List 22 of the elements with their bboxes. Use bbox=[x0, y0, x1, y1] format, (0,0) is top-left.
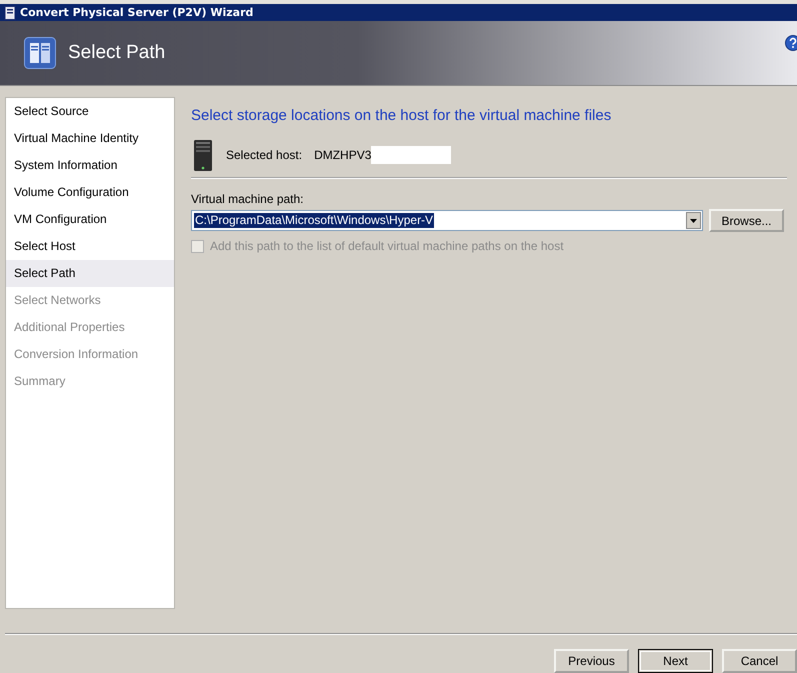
server-icon bbox=[4, 6, 16, 20]
help-icon[interactable] bbox=[785, 35, 797, 52]
wizard-button[interactable]: Previous bbox=[554, 649, 629, 673]
path-combo-box[interactable]: C:\ProgramData\Microsoft\Windows\Hyper-V bbox=[191, 210, 703, 231]
wizard-button[interactable]: Next bbox=[638, 649, 713, 673]
server-icon bbox=[24, 37, 56, 70]
step-item[interactable]: VM Configuration bbox=[6, 206, 174, 233]
browse-button[interactable]: Browse... bbox=[709, 209, 784, 232]
field-label: Virtual machine path: bbox=[191, 192, 305, 208]
step-item[interactable]: Select Source bbox=[6, 98, 174, 125]
step-item[interactable]: Select Path bbox=[6, 260, 174, 287]
step-item[interactable]: System Information bbox=[6, 152, 174, 179]
window-title: Convert Physical Server (P2V) Wizard bbox=[20, 6, 254, 20]
server-tower-icon bbox=[193, 138, 213, 172]
host-label: Selected host: bbox=[226, 148, 302, 162]
step-item[interactable]: Virtual Machine Identity bbox=[6, 125, 174, 152]
wizard-button[interactable]: Cancel bbox=[722, 649, 797, 673]
page-title: Select Path bbox=[68, 42, 166, 64]
step-item[interactable]: Select Host bbox=[6, 233, 174, 260]
step-item[interactable]: Volume Configuration bbox=[6, 179, 174, 206]
section-heading: Select storage locations on the host for the virtual machine files bbox=[191, 107, 612, 126]
host-name: DMZHPV3 bbox=[314, 148, 372, 162]
